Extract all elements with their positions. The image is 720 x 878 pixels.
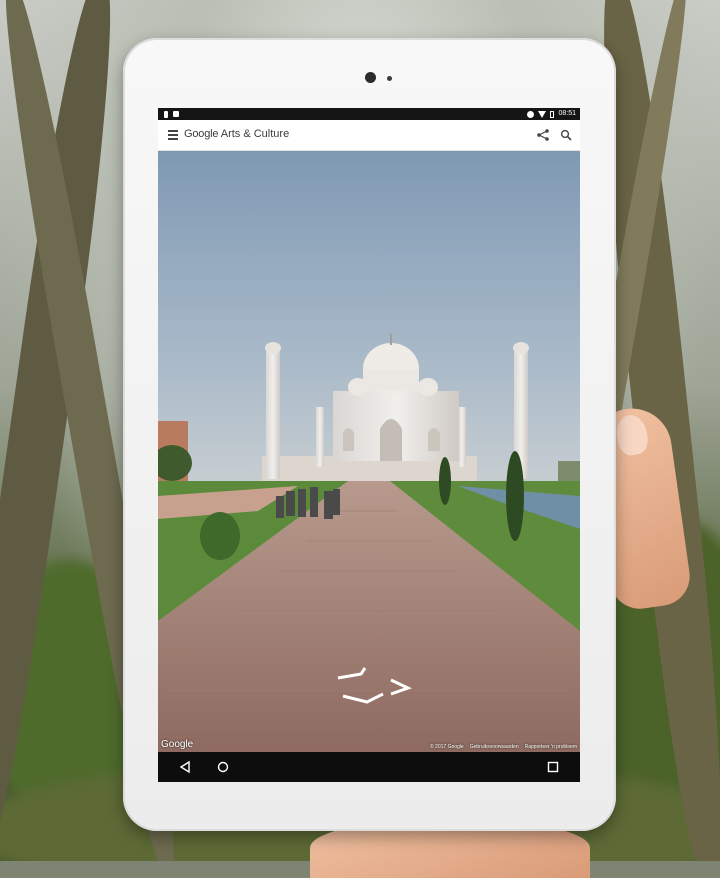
report-problem-link[interactable]: Rapporteer 'n probleem	[525, 744, 577, 750]
status-time: 08:51	[558, 110, 576, 117]
android-nav-bar	[158, 752, 580, 782]
copyright-text: © 2017 Google	[429, 744, 464, 750]
search-icon[interactable]	[560, 129, 572, 141]
home-icon[interactable]	[216, 760, 230, 774]
back-icon[interactable]	[178, 760, 192, 774]
attribution-links: © 2017 Google Gebruiksvoorwaarden Rappor…	[430, 744, 577, 750]
app-title: Google Arts & Culture	[184, 128, 289, 140]
street-view-panorama[interactable]: Google © 2017 Google Gebruiksvoorwaarden…	[158, 151, 580, 752]
app-bar: Google Arts & Culture	[158, 120, 580, 151]
wifi-icon	[538, 110, 547, 118]
app-title-product: Arts & Culture	[220, 128, 290, 140]
data-saver-icon	[527, 110, 535, 118]
share-icon[interactable]	[536, 128, 550, 142]
front-camera-icon	[365, 72, 376, 83]
terms-link[interactable]: Gebruiksvoorwaarden	[470, 744, 519, 750]
taj-mahal-scene-image	[158, 151, 580, 752]
notification-icon	[164, 110, 168, 118]
recent-apps-icon[interactable]	[546, 760, 560, 774]
google-watermark: Google	[161, 739, 194, 750]
app-title-brand: Google	[184, 128, 219, 140]
status-bar: 08:51	[158, 108, 580, 120]
battery-icon	[550, 110, 555, 118]
tablet-screen: 08:51 Google Arts & Culture Google © 201…	[158, 108, 580, 782]
street-view-arrows-icon[interactable]	[333, 666, 423, 706]
menu-icon[interactable]	[168, 130, 178, 140]
notification-icon	[173, 111, 179, 117]
light-sensor-icon	[387, 76, 392, 81]
